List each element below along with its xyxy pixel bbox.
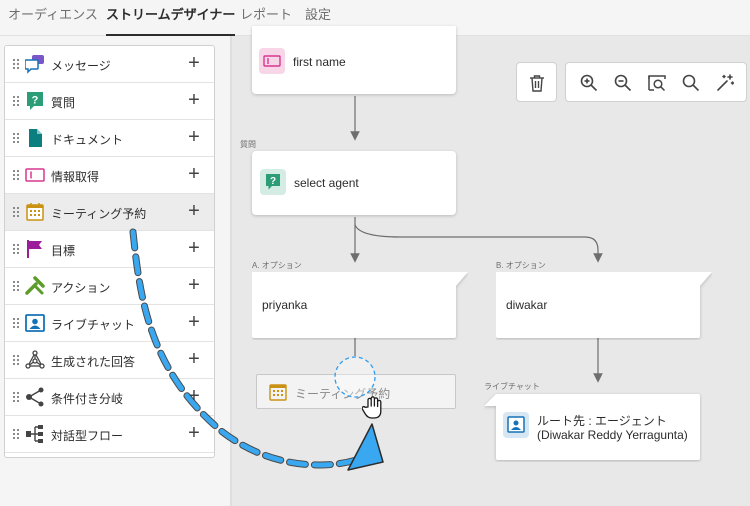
search-button[interactable]	[673, 63, 707, 101]
zoom-fit-button[interactable]	[639, 63, 673, 101]
hand-cursor-icon	[362, 396, 382, 419]
delete-toolbar	[516, 62, 557, 102]
search-icon	[682, 74, 700, 92]
zoom-in-button[interactable]	[571, 63, 605, 101]
trash-icon	[530, 75, 544, 92]
zoom-in-icon	[580, 74, 598, 92]
zoom-toolbar	[565, 62, 747, 102]
zoom-out-button[interactable]	[605, 63, 639, 101]
magic-wand-icon	[717, 74, 734, 91]
delete-button[interactable]	[520, 63, 554, 101]
zoom-out-icon	[614, 74, 632, 92]
zoom-fit-icon	[648, 75, 666, 92]
auto-layout-button[interactable]	[707, 63, 741, 101]
